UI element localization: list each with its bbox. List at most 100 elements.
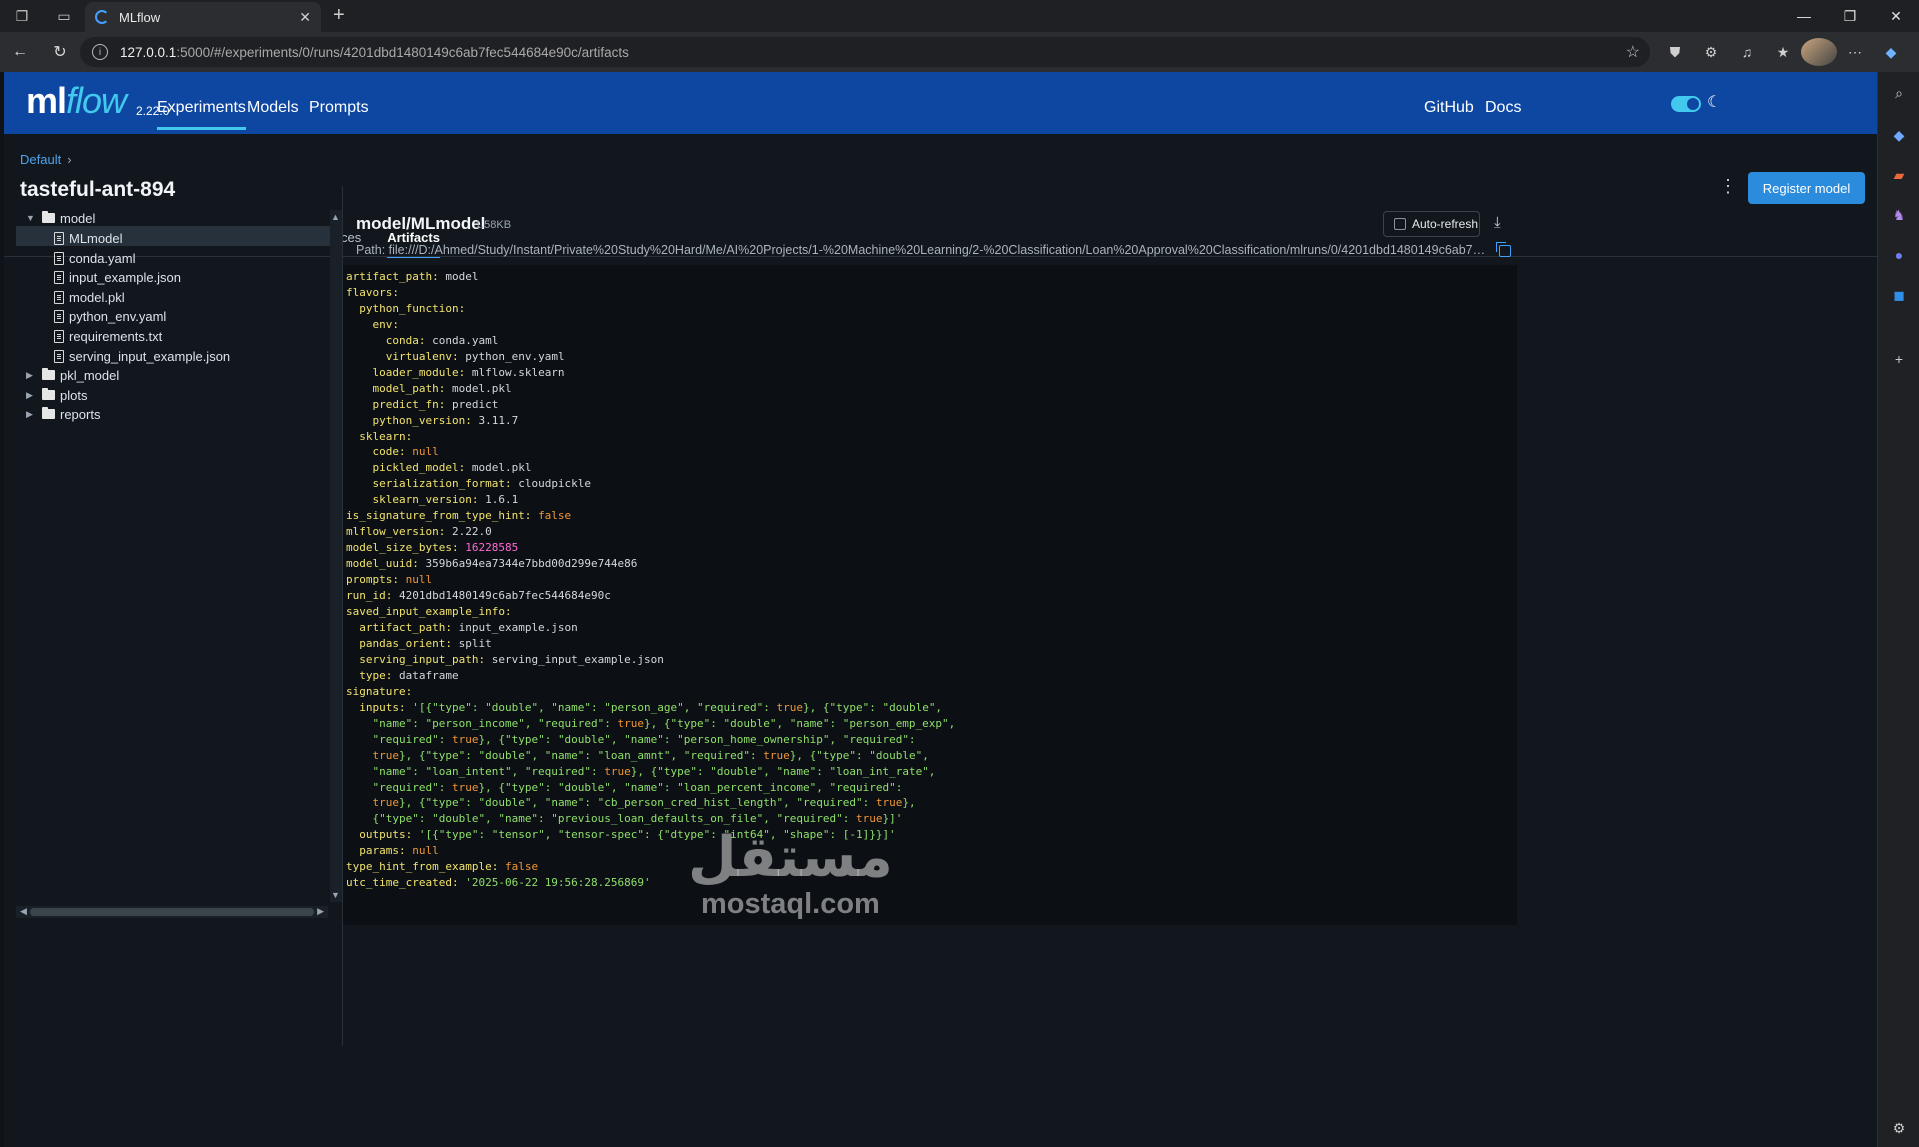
auto-refresh-label: Auto-refresh (1412, 217, 1479, 231)
collapsed-arrow-icon[interactable]: ▶ (26, 390, 38, 401)
tools-icon[interactable]: ▰ (1888, 164, 1910, 186)
tree-horizontal-scrollbar[interactable]: ◀ ▶ (16, 906, 328, 918)
tree-file-label: python_env.yaml (69, 308, 167, 324)
checkbox-box[interactable] (1394, 218, 1406, 230)
dark-mode-toggle[interactable] (1671, 96, 1701, 112)
breadcrumb-experiment-link[interactable]: Default (20, 152, 61, 167)
tree-folder-reports[interactable]: ▶ reports (26, 404, 100, 424)
github-link[interactable]: GitHub (1424, 99, 1474, 117)
yaml-line: type: dataframe (359, 668, 459, 682)
shopping-icon[interactable]: ◆ (1888, 124, 1910, 146)
restore-icon[interactable]: ❐ (1827, 0, 1873, 32)
tree-folder-pkl-model[interactable]: ▶ pkl_model (26, 365, 119, 385)
tree-file-serving-input[interactable]: serving_input_example.json (54, 346, 230, 366)
workspaces-icon[interactable]: ❐ (10, 4, 34, 28)
register-model-button[interactable]: Register model (1748, 172, 1865, 204)
yaml-line: predict_fn: predict (372, 397, 499, 411)
yaml-line: true}, {"type": "double", "name": "loan_… (372, 748, 929, 762)
tree-file-python-env[interactable]: python_env.yaml (54, 306, 166, 326)
favorite-star-icon[interactable]: ☆ (1626, 42, 1640, 62)
mlflow-favicon-icon (95, 10, 109, 24)
page-title: tasteful-ant-894 (20, 178, 176, 201)
more-options-icon[interactable]: ⋮ (1719, 176, 1737, 197)
scroll-down-icon[interactable]: ▼ (331, 890, 340, 900)
artifact-size: 1.58KB (475, 219, 512, 231)
browser-sidebar: ⌕ ◆ ▰ ♞ ● ◼ + ⚙ (1877, 72, 1919, 1147)
folder-icon (42, 211, 55, 223)
yaml-line: python_function: (359, 301, 466, 315)
expanded-arrow-icon[interactable]: ▼ (26, 213, 38, 223)
scroll-right-icon[interactable]: ▶ (317, 906, 324, 917)
tree-file-label: MLmodel (69, 230, 123, 246)
file-icon (54, 309, 64, 323)
favorites-icon[interactable]: ★ (1765, 38, 1801, 66)
close-window-icon[interactable]: ✕ (1873, 0, 1919, 32)
yaml-line: model_path: model.pkl (372, 381, 512, 395)
site-info-icon[interactable]: i (92, 44, 108, 60)
nav-experiments[interactable]: Experiments (157, 99, 246, 130)
vertical-tabs-icon[interactable]: ▭ (52, 4, 76, 28)
browser-tab-bar: ❐ ▭ MLflow ✕ + — ❐ ✕ (0, 0, 1919, 32)
reload-icon[interactable]: ↻ (46, 38, 74, 66)
nav-prompts[interactable]: Prompts (309, 99, 369, 117)
address-bar[interactable]: i 127.0.0.1:5000/#/experiments/0/runs/42… (80, 37, 1650, 67)
scroll-up-icon[interactable]: ▲ (331, 212, 340, 222)
new-tab-icon[interactable]: + (333, 4, 345, 27)
file-icon (54, 349, 64, 363)
close-tab-icon[interactable]: ✕ (299, 9, 311, 26)
copilot-icon[interactable]: ◆ (1873, 38, 1909, 66)
logo-flow: flow (66, 80, 127, 121)
games-icon[interactable]: ♞ (1888, 204, 1910, 226)
scroll-left-icon[interactable]: ◀ (20, 906, 27, 917)
collapsed-arrow-icon[interactable]: ▶ (26, 370, 38, 381)
search-icon[interactable]: ⌕ (1888, 82, 1910, 104)
tree-file-label: requirements.txt (69, 328, 163, 344)
yaml-line: artifact_path: input_example.json (359, 620, 578, 634)
collapsed-arrow-icon[interactable]: ▶ (26, 409, 38, 420)
shield-icon[interactable]: ⛊ (1657, 38, 1693, 66)
yaml-line: loader_module: mlflow.sklearn (372, 365, 565, 379)
nav-models[interactable]: Models (247, 99, 299, 117)
auto-refresh-checkbox[interactable]: Auto-refresh (1383, 211, 1480, 237)
file-icon (54, 290, 64, 304)
download-icon[interactable]: ⤓ (1494, 214, 1501, 231)
profile-avatar[interactable] (1801, 38, 1837, 66)
copy-path-icon[interactable] (1496, 242, 1511, 257)
tree-file-model-pkl[interactable]: model.pkl (54, 287, 125, 307)
tree-vertical-scrollbar[interactable]: ▲ ▼ (330, 210, 342, 902)
tree-file-mlmodel[interactable]: MLmodel (54, 228, 122, 248)
moon-icon: ☾ (1707, 94, 1722, 111)
outlook-icon[interactable]: ◼ (1888, 284, 1910, 306)
yaml-line: saved_input_example_info: (346, 605, 512, 619)
breadcrumb: Default › (20, 152, 72, 167)
scrollbar-thumb[interactable] (30, 908, 314, 916)
breadcrumb-chevron-icon: › (67, 152, 72, 167)
mlflow-logo[interactable]: mlflow (26, 80, 127, 122)
yaml-line: mlflow_version: 2.22.0 (346, 525, 492, 539)
yaml-line: pandas_orient: split (359, 636, 492, 650)
tree-file-input-example[interactable]: input_example.json (54, 267, 181, 287)
folder-icon (42, 368, 55, 380)
tree-file-label: model.pkl (69, 289, 125, 305)
read-aloud-icon[interactable]: ♫ (1729, 38, 1765, 66)
tree-file-requirements[interactable]: requirements.txt (54, 326, 162, 346)
more-menu-icon[interactable]: ⋯ (1837, 38, 1873, 66)
yaml-line: model_uuid: 359b6a94ea7344e7bbd00d299e74… (346, 557, 638, 571)
yaml-line: is_signature_from_type_hint: false (346, 509, 572, 523)
tree-folder-plots[interactable]: ▶ plots (26, 385, 87, 405)
docs-link[interactable]: Docs (1485, 99, 1521, 117)
browser-tab[interactable]: MLflow ✕ (85, 2, 321, 32)
extensions-icon[interactable]: ⚙ (1693, 38, 1729, 66)
file-icon (54, 329, 64, 343)
back-icon[interactable]: ← (6, 38, 34, 66)
tree-folder-model[interactable]: ▼ model (26, 208, 95, 228)
minimize-icon[interactable]: — (1781, 0, 1827, 32)
add-sidebar-icon[interactable]: + (1888, 348, 1910, 370)
yaml-line: sklearn_version: 1.6.1 (372, 493, 519, 507)
artifact-title: model/MLmodel (356, 214, 486, 233)
sidebar-settings-icon[interactable]: ⚙ (1888, 1117, 1910, 1139)
tree-file-label: serving_input_example.json (69, 348, 231, 364)
tree-file-conda[interactable]: conda.yaml (54, 248, 135, 268)
copilot-sidebar-icon[interactable]: ● (1888, 244, 1910, 266)
yaml-line: conda: conda.yaml (385, 333, 499, 347)
